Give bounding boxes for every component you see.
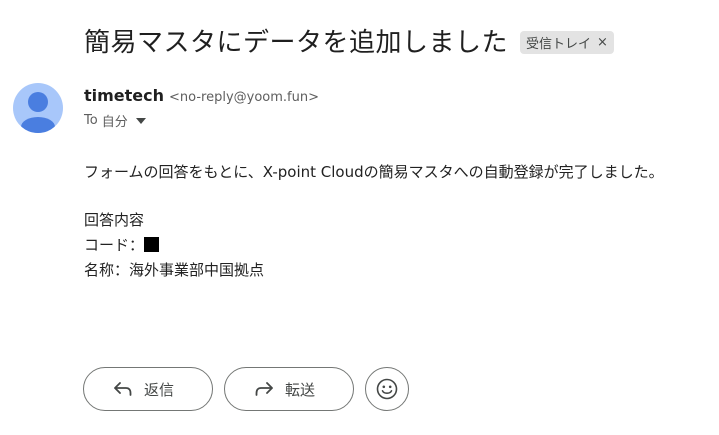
sender-avatar[interactable]: [13, 83, 63, 133]
recipient-line: To 自分: [84, 111, 319, 130]
sender-name[interactable]: timetech: [84, 86, 164, 105]
caret-down-icon: [135, 117, 146, 124]
body-line-code: コード：: [84, 233, 714, 258]
redacted-block: [144, 237, 160, 252]
body-line-name: 名称：海外事業部中国拠点: [84, 261, 265, 279]
sender-line: timetech <no-reply@yoom.fun>: [84, 86, 319, 105]
inbox-label-chip[interactable]: 受信トレイ ×: [520, 31, 614, 54]
sender-info: timetech <no-reply@yoom.fun> To 自分: [84, 86, 319, 130]
reply-button[interactable]: 返信: [83, 367, 213, 411]
body-line-completed: フォームの回答をもとに、X-point Cloudの簡易マスタへの自動登録が完了…: [84, 163, 664, 181]
email-subject: 簡易マスタにデータを追加しました: [84, 28, 509, 58]
forward-button[interactable]: 転送: [224, 367, 354, 411]
forward-label: 転送: [285, 380, 316, 399]
action-bar: 返信 転送: [83, 367, 409, 411]
remove-label-button[interactable]: ×: [597, 35, 608, 50]
forward-arrow-icon: [255, 382, 273, 396]
smiley-icon: [376, 378, 398, 400]
code-label: コード：: [84, 236, 145, 254]
reply-arrow-icon: [114, 382, 132, 396]
reply-label: 返信: [144, 380, 175, 399]
show-details-dropdown[interactable]: [135, 117, 146, 124]
to-recipient: 自分: [101, 115, 128, 130]
sender-email: <no-reply@yoom.fun>: [169, 90, 320, 105]
person-icon: [21, 92, 55, 133]
to-prefix: To: [84, 113, 98, 128]
inbox-label-text: 受信トレイ: [526, 37, 592, 52]
email-view: 簡易マスタにデータを追加しました 受信トレイ × timetech <no-re…: [0, 0, 719, 435]
subject-row: 簡易マスタにデータを追加しました 受信トレイ ×: [84, 22, 614, 59]
body-line-answer-heading: 回答内容: [84, 211, 145, 229]
emoji-reaction-button[interactable]: [365, 367, 409, 411]
email-body: フォームの回答をもとに、X-point Cloudの簡易マスタへの自動登録が完了…: [84, 160, 714, 283]
